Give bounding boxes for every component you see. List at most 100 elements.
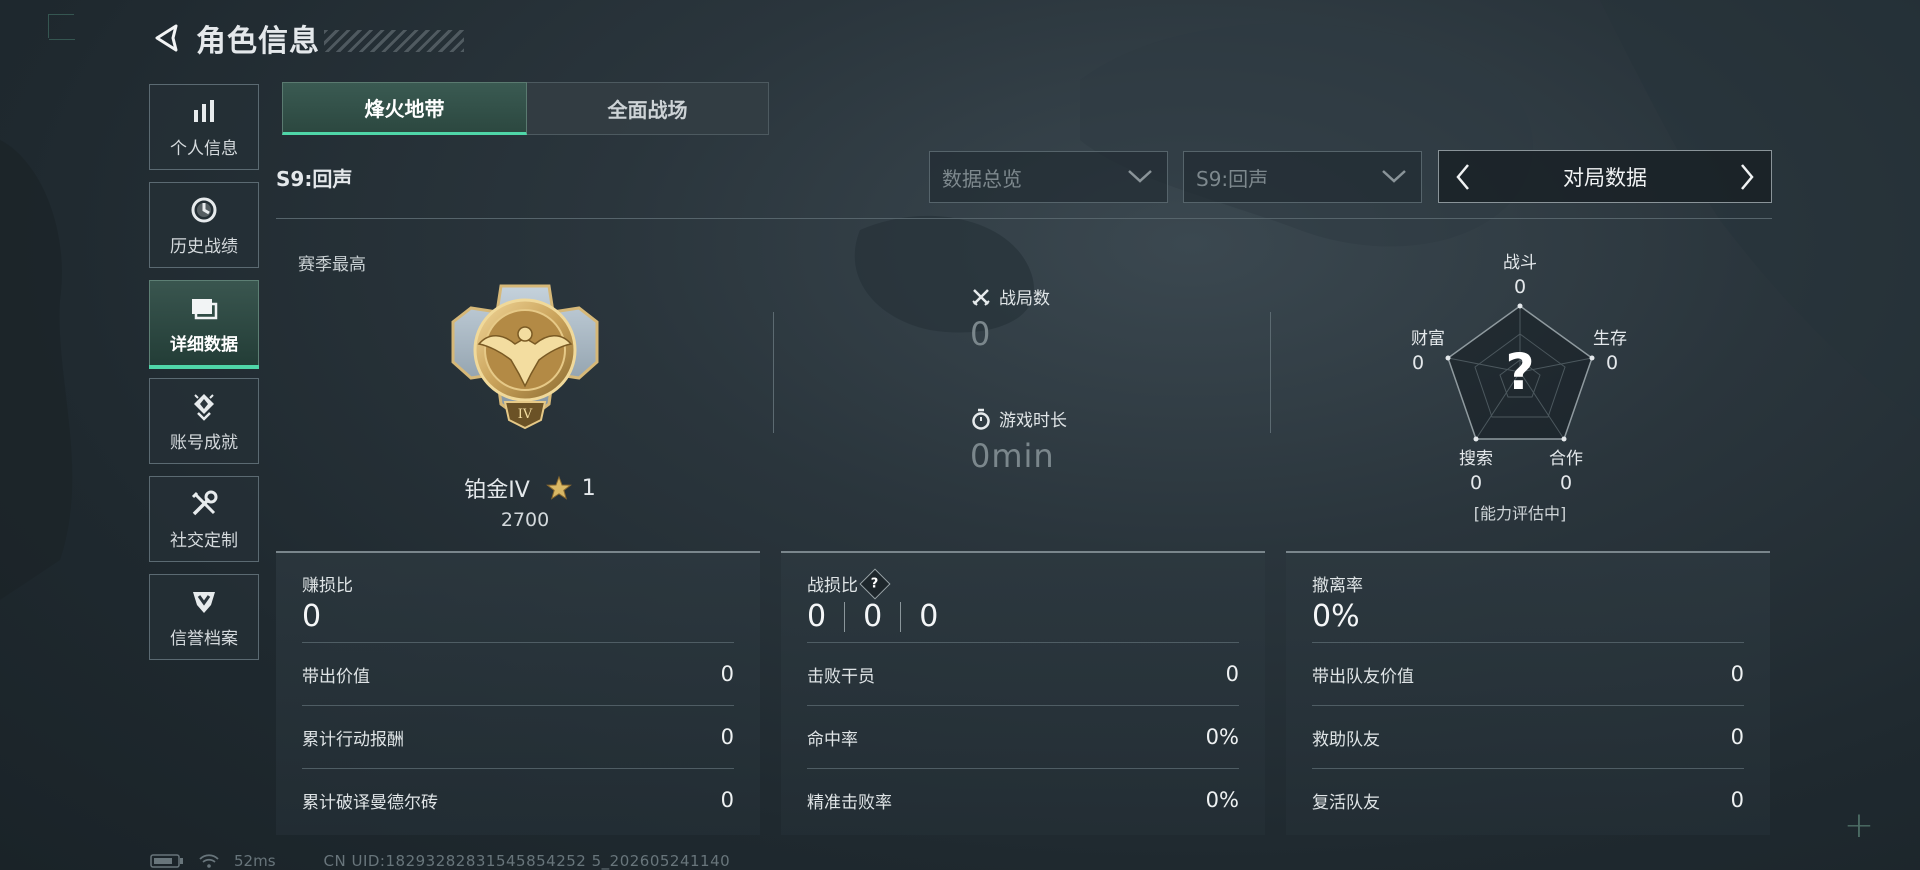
- playtime-label: 游戏时长: [999, 411, 1067, 431]
- ability-radar: ? 战斗 0 生存 0 合作 0 搜索 0 财富 0 [能力评估中]: [1400, 242, 1640, 532]
- back-button[interactable]: [150, 21, 184, 55]
- sidebar-item-label: 信誉档案: [170, 628, 238, 649]
- tab-full-battlefield[interactable]: 全面战场: [527, 82, 769, 135]
- stat-label: 击败干员: [807, 666, 875, 687]
- radar-axis-wealth-value: 0: [1411, 352, 1425, 374]
- pager-label: 对局数据: [1563, 165, 1647, 190]
- matches-label: 战局数: [999, 289, 1050, 309]
- stat-value: 0: [1225, 662, 1239, 686]
- stopwatch-icon: [970, 408, 992, 430]
- bar-chart-icon: [188, 96, 220, 128]
- match-data-pager: 对局数据: [1438, 150, 1772, 203]
- help-button[interactable]: ?: [859, 567, 891, 600]
- stat-label: 累计行动报酬: [302, 729, 404, 750]
- history-clock-icon: [188, 194, 220, 226]
- back-arrow-icon: [155, 24, 178, 52]
- sidebar-item-reputation[interactable]: 信誉档案: [149, 574, 259, 660]
- tab-hazard-zone[interactable]: 烽火地带: [282, 82, 527, 135]
- playtime-stat: 游戏时长 0min: [970, 406, 1067, 475]
- radar-axis-survival-value: 0: [1605, 352, 1619, 374]
- stat-row: 命中率 0%: [807, 705, 1239, 768]
- sidebar-item-label: 社交定制: [170, 530, 238, 551]
- status-bar: 52ms CN UID:18293282831545854252 5_20260…: [150, 852, 730, 870]
- stat-value: 0: [1730, 788, 1744, 812]
- sidebar-item-label: 历史战绩: [170, 236, 238, 257]
- tools-icon: [188, 488, 220, 520]
- radar-center-symbol: ?: [1505, 343, 1535, 401]
- sidebar: 个人信息 历史战绩 详细数据 账号成就 社交定制 信誉档案: [149, 84, 259, 672]
- vertical-divider: [773, 312, 774, 433]
- stat-value: 0: [1730, 725, 1744, 749]
- rank-name: 铂金IV: [464, 478, 530, 503]
- crossed-swords-icon: [970, 286, 992, 308]
- stat-label: 精准击败率: [807, 792, 892, 813]
- stat-row: 救助队友 0: [1312, 705, 1744, 768]
- season-best-label: 赛季最高: [298, 255, 366, 275]
- achievement-icon: [188, 390, 220, 422]
- rank-score: 2700: [500, 509, 550, 531]
- uid-text: CN UID:18293282831545854252 5_2026052411…: [323, 852, 731, 870]
- stat-label: 救助队友: [1312, 729, 1380, 750]
- help-icon: ?: [871, 575, 879, 591]
- dropdown-value: 数据总览: [942, 166, 1022, 191]
- section-divider: [276, 218, 1772, 219]
- sidebar-item-detailed-data[interactable]: 详细数据: [149, 280, 259, 369]
- next-button[interactable]: [1727, 151, 1767, 202]
- season-dropdown[interactable]: S9:回声: [1183, 151, 1422, 203]
- page-title: 角色信息: [196, 24, 320, 59]
- wifi-icon: [199, 854, 219, 868]
- header: 角色信息: [150, 18, 464, 59]
- radar-axis-combat-value: 0: [1513, 276, 1527, 298]
- kd-value: 0: [919, 599, 939, 634]
- stat-value: 0: [720, 725, 734, 749]
- matches-stat: 战局数 0: [970, 284, 1050, 353]
- chevron-down-icon: [1382, 170, 1406, 183]
- stat-row: 击败干员 0: [807, 642, 1239, 705]
- stat-row: 带出价值 0: [302, 642, 734, 705]
- corner-decoration: [48, 14, 75, 40]
- radar-axis-wealth-label: 财富: [1411, 329, 1445, 349]
- sidebar-item-label: 个人信息: [170, 138, 238, 159]
- chevron-right-icon: [1741, 163, 1754, 190]
- card-title: 赚损比: [302, 576, 353, 596]
- radar-axis-cooperation-label: 合作: [1549, 449, 1583, 469]
- stat-label: 带出价值: [302, 666, 370, 687]
- playtime-value: 0min: [970, 437, 1055, 475]
- stat-row: 累计行动报酬 0: [302, 705, 734, 768]
- prev-button[interactable]: [1443, 151, 1483, 202]
- season-label: S9:回声: [276, 167, 353, 191]
- shield-emblem-icon: [188, 586, 220, 618]
- sidebar-item-achievements[interactable]: 账号成就: [149, 378, 259, 464]
- stat-label: 带出队友价值: [1312, 666, 1414, 687]
- extraction-card: 撤离率 0% 带出队友价值 0 救助队友 0 复活队友 0: [1286, 551, 1770, 835]
- stat-value: 0%: [1205, 788, 1239, 812]
- stat-row: 带出队友价值 0: [1312, 642, 1744, 705]
- ping-value: 52ms: [234, 852, 276, 870]
- data-overview-dropdown[interactable]: 数据总览: [929, 151, 1168, 203]
- card-main-value: 0: [302, 599, 322, 634]
- svg-text:IV: IV: [518, 407, 533, 422]
- stat-value: 0: [720, 662, 734, 686]
- chevron-left-icon: [1456, 163, 1469, 190]
- sidebar-item-label: 详细数据: [170, 334, 238, 355]
- radar-axis-search-value: 0: [1469, 472, 1483, 494]
- radar-axis-combat-label: 战斗: [1503, 253, 1537, 273]
- stat-label: 命中率: [807, 729, 858, 750]
- plus-decoration: +: [1843, 805, 1874, 846]
- sidebar-item-personal-info[interactable]: 个人信息: [149, 84, 259, 170]
- matches-value: 0: [970, 315, 992, 353]
- card-main-value: 0%: [1312, 599, 1360, 634]
- dropdown-value: S9:回声: [1196, 166, 1269, 191]
- rank-line: 铂金IV 1: [450, 472, 610, 504]
- sidebar-item-history[interactable]: 历史战绩: [149, 182, 259, 268]
- kd-value: 0: [863, 599, 883, 634]
- radar-axis-search-label: 搜索: [1459, 449, 1493, 469]
- title-decoration: [324, 30, 464, 52]
- stat-row: 精准击败率 0%: [807, 768, 1239, 831]
- card-title: 撤离率: [1312, 576, 1363, 596]
- kd-separator: [844, 601, 846, 632]
- stat-row: 累计破译曼德尔砖 0: [302, 768, 734, 831]
- sidebar-item-social[interactable]: 社交定制: [149, 476, 259, 562]
- stat-label: 复活队友: [1312, 792, 1380, 813]
- rank-stars: 1: [581, 475, 596, 501]
